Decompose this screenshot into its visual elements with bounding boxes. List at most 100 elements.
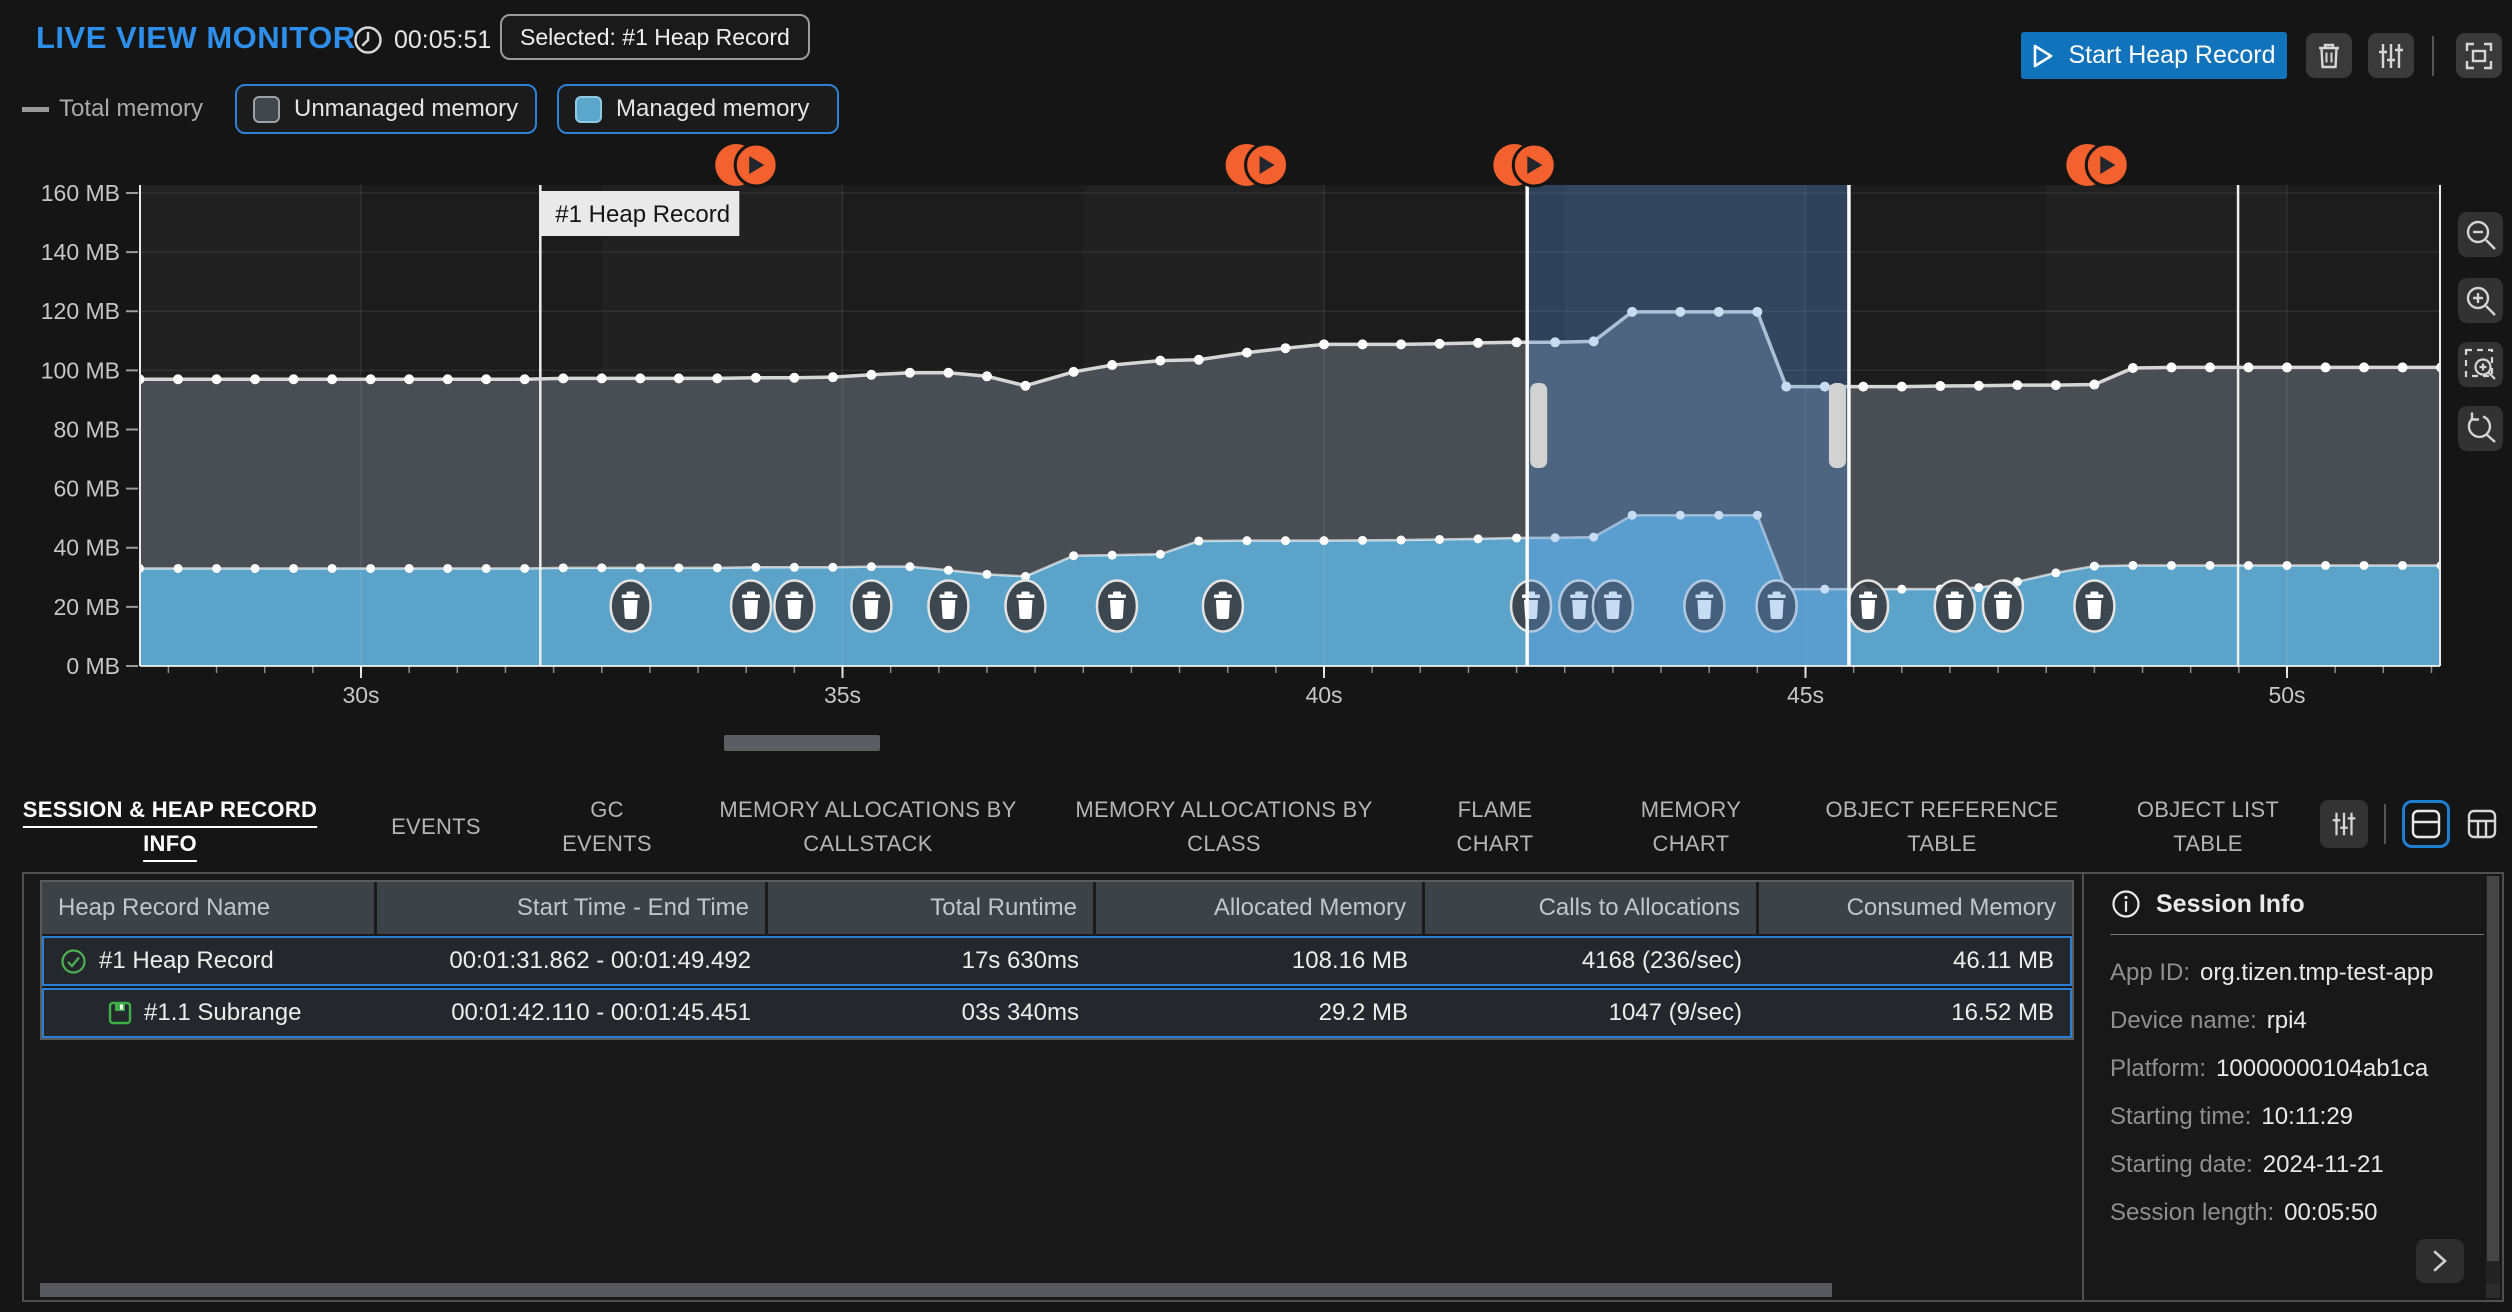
scrollbar-thumb[interactable] bbox=[2487, 876, 2499, 1261]
subrange-icon bbox=[108, 1001, 132, 1025]
managed-data-point bbox=[482, 564, 491, 573]
total-data-point bbox=[2205, 362, 2215, 372]
total-data-point bbox=[1897, 382, 1907, 392]
managed-data-point bbox=[1108, 551, 1117, 560]
table-settings-button[interactable] bbox=[2320, 800, 2368, 848]
column-header[interactable]: Start Time - End Time bbox=[377, 882, 765, 934]
trash-marker-icon[interactable] bbox=[1983, 581, 2023, 632]
column-header[interactable]: Allocated Memory bbox=[1096, 882, 1422, 934]
total-data-point bbox=[2436, 362, 2446, 372]
start-heap-record-button[interactable]: Start Heap Record bbox=[2021, 32, 2287, 79]
subrange-left-handle[interactable] bbox=[1530, 383, 1547, 468]
total-data-point bbox=[404, 374, 414, 384]
x-tick-label: 30s bbox=[342, 682, 379, 708]
trash-marker-icon[interactable] bbox=[2074, 581, 2114, 632]
gc-event-icon[interactable] bbox=[1226, 144, 1288, 186]
managed-data-point bbox=[867, 562, 876, 571]
total-data-point bbox=[1396, 339, 1406, 349]
trash-marker-icon[interactable] bbox=[1203, 581, 1243, 632]
managed-data-point bbox=[405, 564, 414, 573]
session-platform: Platform:10000000104ab1ca bbox=[2110, 1045, 2492, 1093]
subrange-right-handle[interactable] bbox=[1829, 383, 1846, 468]
managed-data-point bbox=[1194, 536, 1203, 545]
legend-toggle-managed[interactable]: Managed memory bbox=[557, 84, 839, 134]
total-data-point bbox=[1473, 338, 1483, 348]
layout-grid-split-button[interactable] bbox=[2458, 800, 2506, 848]
layout-horizontal-split-button[interactable] bbox=[2402, 800, 2450, 848]
trash-marker-icon[interactable] bbox=[1848, 581, 1888, 632]
zoom-out-button[interactable] bbox=[2458, 212, 2503, 257]
managed-data-point bbox=[2360, 561, 2369, 570]
managed-data-point bbox=[174, 564, 183, 573]
total-data-point bbox=[2282, 362, 2292, 372]
fullscreen-button[interactable] bbox=[2456, 33, 2502, 78]
total-data-point bbox=[982, 371, 992, 381]
column-header[interactable]: Total Runtime bbox=[768, 882, 1093, 934]
total-data-point bbox=[2051, 380, 2061, 390]
session-next-button[interactable] bbox=[2416, 1239, 2464, 1283]
y-tick-label: 80 MB bbox=[54, 416, 120, 442]
total-data-point bbox=[828, 372, 838, 382]
managed-data-point bbox=[597, 563, 606, 572]
x-tick-label: 50s bbox=[2268, 682, 2305, 708]
table-horizontal-scrollbar[interactable] bbox=[40, 1283, 1832, 1297]
gc-event-icon[interactable] bbox=[1493, 144, 1555, 186]
column-header[interactable]: Consumed Memory bbox=[1759, 882, 2072, 934]
trash-marker-icon[interactable] bbox=[1005, 581, 1045, 632]
session-starting-time: Starting time:10:11:29 bbox=[2110, 1093, 2492, 1141]
delete-button[interactable] bbox=[2306, 33, 2352, 78]
trash-marker-icon[interactable] bbox=[1097, 581, 1137, 632]
total-data-point bbox=[1512, 337, 1522, 347]
total-data-point bbox=[1194, 355, 1204, 365]
managed-data-point bbox=[559, 563, 568, 572]
trash-marker-icon[interactable] bbox=[928, 581, 968, 632]
tab-memory-chart[interactable]: MEMORY CHART bbox=[1616, 793, 1766, 861]
managed-data-point bbox=[212, 564, 221, 573]
total-data-point bbox=[2359, 362, 2369, 372]
zoom-in-button[interactable] bbox=[2458, 278, 2503, 323]
reset-zoom-button[interactable] bbox=[2458, 406, 2503, 451]
total-data-point bbox=[943, 368, 953, 378]
table-row-heap-record[interactable]: #1 Heap Record 00:01:31.862 - 00:01:49.4… bbox=[42, 936, 2072, 986]
managed-data-point bbox=[2283, 561, 2292, 570]
tab-object-list-table[interactable]: OBJECT LIST TABLE bbox=[2118, 793, 2298, 861]
gc-event-icon[interactable] bbox=[715, 144, 777, 186]
total-data-point bbox=[1435, 339, 1445, 349]
tab-memory-allocations-by-class[interactable]: MEMORY ALLOCATIONS BY CLASS bbox=[1074, 793, 1374, 861]
gc-event-icon[interactable] bbox=[2066, 144, 2128, 186]
tab-memory-allocations-by-callstack[interactable]: MEMORY ALLOCATIONS BY CALLSTACK bbox=[718, 793, 1018, 861]
managed-data-point bbox=[905, 562, 914, 571]
tab-session-heap-record-info[interactable]: SESSION & HEAP RECORD INFO bbox=[20, 793, 320, 861]
session-info-title: Session Info bbox=[2156, 890, 2305, 919]
total-data-point bbox=[250, 374, 260, 384]
managed-data-point bbox=[982, 570, 991, 579]
settings-button[interactable] bbox=[2368, 33, 2414, 78]
managed-data-point bbox=[2244, 561, 2253, 570]
trash-marker-icon[interactable] bbox=[851, 581, 891, 632]
total-data-point bbox=[674, 373, 684, 383]
zoom-to-selection-button[interactable] bbox=[2458, 342, 2503, 387]
tab-flame-chart[interactable]: FLAME CHART bbox=[1430, 793, 1560, 861]
total-data-point bbox=[366, 374, 376, 384]
tab-events[interactable]: EVENTS bbox=[376, 810, 496, 844]
tab-gc-events[interactable]: GC EVENTS bbox=[552, 793, 662, 861]
table-row-subrange[interactable]: #1.1 Subrange 00:01:42.110 - 00:01:45.45… bbox=[42, 988, 2072, 1038]
tab-object-reference-table[interactable]: OBJECT REFERENCE TABLE bbox=[1822, 793, 2062, 861]
scrollbar-corner bbox=[2486, 1284, 2500, 1298]
column-header[interactable]: Calls to Allocations bbox=[1425, 882, 1756, 934]
chart-horizontal-scrollbar[interactable] bbox=[724, 735, 880, 751]
trash-marker-icon[interactable] bbox=[611, 581, 651, 632]
legend-toggle-unmanaged[interactable]: Unmanaged memory bbox=[235, 84, 537, 134]
total-data-point bbox=[2128, 363, 2138, 373]
trash-marker-icon[interactable] bbox=[1935, 581, 1975, 632]
trash-marker-icon[interactable] bbox=[731, 581, 771, 632]
column-header[interactable]: Heap Record Name bbox=[42, 882, 374, 934]
trash-marker-icon[interactable] bbox=[774, 581, 814, 632]
session-vertical-scrollbar[interactable] bbox=[2486, 876, 2500, 1298]
sliders-icon bbox=[2375, 40, 2407, 72]
total-data-point bbox=[2089, 380, 2099, 390]
total-data-point bbox=[597, 373, 607, 383]
total-data-point bbox=[481, 374, 491, 384]
check-circle-icon bbox=[60, 948, 87, 975]
y-tick-label: 140 MB bbox=[41, 239, 120, 265]
